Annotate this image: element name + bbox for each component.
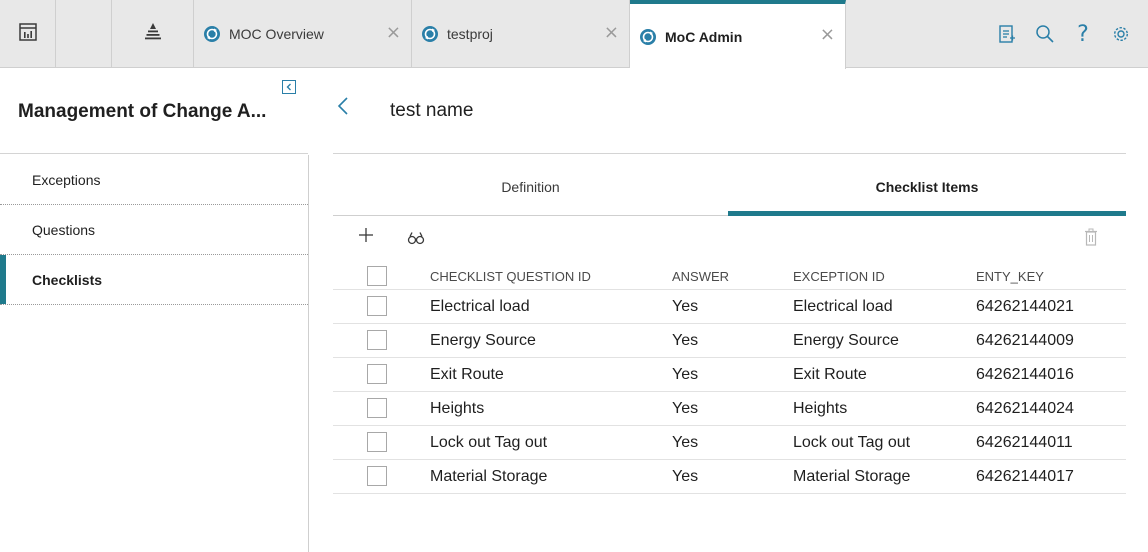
moc-icon xyxy=(203,25,221,43)
question-cell: Energy Source xyxy=(430,332,536,349)
delete-button[interactable] xyxy=(1084,228,1098,246)
question-cell: Exit Route xyxy=(430,366,504,383)
row-checkbox[interactable] xyxy=(367,466,387,486)
nav-item-label: Exceptions xyxy=(32,171,101,188)
table-row[interactable]: Lock out Tag out Yes Lock out Tag out 64… xyxy=(333,426,1126,460)
close-icon[interactable]: × xyxy=(604,24,619,42)
key-cell: 64262144011 xyxy=(976,434,1073,451)
hierarchy-icon xyxy=(143,22,163,47)
tab-label: MoC Admin xyxy=(665,28,743,45)
table-row[interactable]: Exit Route Yes Exit Route 64262144016 xyxy=(333,358,1126,392)
column-header[interactable]: ANSWER xyxy=(672,269,729,284)
column-header[interactable]: EXCEPTION ID xyxy=(793,269,885,284)
tab-checklist-items[interactable]: Checklist Items xyxy=(728,179,1126,195)
exception-cell: Energy Source xyxy=(793,332,899,349)
tab-testproj[interactable]: testproj × xyxy=(412,0,630,68)
left-panel-header: Management of Change A... xyxy=(0,69,308,154)
tab-definition[interactable]: Definition xyxy=(333,179,728,195)
active-tab-indicator xyxy=(728,211,1126,216)
record-title: test name xyxy=(390,100,474,121)
panel-title: Management of Change A... xyxy=(18,101,267,122)
key-cell: 64262144009 xyxy=(976,332,1074,349)
chevron-left-icon xyxy=(285,78,293,96)
chevron-left-icon xyxy=(337,96,349,121)
top-tab-bar: MOC Overview × testproj × MoC Admin × ? xyxy=(0,0,1148,69)
exception-cell: Lock out Tag out xyxy=(793,434,911,451)
answer-cell: Yes xyxy=(672,298,699,315)
question-cell: Electrical load xyxy=(430,298,530,315)
left-nav: Exceptions Questions Checklists xyxy=(0,155,309,552)
table-row[interactable]: Heights Yes Heights 64262144024 xyxy=(333,392,1126,426)
help-icon[interactable]: ? xyxy=(1064,19,1102,49)
row-checkbox[interactable] xyxy=(367,364,387,384)
close-icon[interactable]: × xyxy=(820,26,835,44)
table-row[interactable]: Material Storage Yes Material Storage 64… xyxy=(333,460,1126,494)
moc-icon xyxy=(421,25,439,43)
asset-hierarchy-button[interactable] xyxy=(112,0,194,68)
table-row[interactable]: Energy Source Yes Energy Source 64262144… xyxy=(333,324,1126,358)
column-header[interactable]: CHECKLIST QUESTION ID xyxy=(430,269,591,284)
checklist-items-table: CHECKLIST QUESTION ID ANSWER EXCEPTION I… xyxy=(333,262,1126,494)
exception-cell: Material Storage xyxy=(793,468,911,485)
nav-item-questions[interactable]: Questions xyxy=(0,205,308,255)
close-icon[interactable]: × xyxy=(386,24,401,42)
exception-cell: Exit Route xyxy=(793,366,867,383)
table-row[interactable]: Electrical load Yes Electrical load 6426… xyxy=(333,290,1126,324)
nav-item-exceptions[interactable]: Exceptions xyxy=(0,155,308,205)
answer-cell: Yes xyxy=(672,434,699,451)
moc-icon xyxy=(639,28,657,46)
collapse-panel-button[interactable] xyxy=(282,80,296,94)
select-all-checkbox[interactable] xyxy=(367,266,387,286)
find-button[interactable] xyxy=(407,231,425,245)
nav-item-label: Questions xyxy=(32,221,96,238)
dashboard-icon xyxy=(18,22,37,46)
dashboard-button[interactable] xyxy=(0,0,56,68)
question-cell: Heights xyxy=(430,400,485,417)
question-cell: Lock out Tag out xyxy=(430,434,548,451)
add-button[interactable] xyxy=(357,226,375,244)
tab-moc-admin[interactable]: MoC Admin × xyxy=(630,0,846,69)
row-checkbox[interactable] xyxy=(367,432,387,452)
binoculars-icon xyxy=(407,232,425,249)
tab-moc-overview[interactable]: MOC Overview × xyxy=(194,0,412,68)
search-icon[interactable] xyxy=(1026,19,1064,49)
tab-label: testproj xyxy=(447,26,493,42)
settings-icon[interactable] xyxy=(1102,19,1140,49)
divider xyxy=(333,153,1126,154)
column-header[interactable]: ENTY_KEY xyxy=(976,269,1044,284)
nav-item-checklists[interactable]: Checklists xyxy=(0,255,308,305)
exception-cell: Heights xyxy=(793,400,848,417)
exception-cell: Electrical load xyxy=(793,298,893,315)
plus-icon xyxy=(357,228,375,248)
trash-icon xyxy=(1084,228,1098,250)
row-checkbox[interactable] xyxy=(367,398,387,418)
topbar-actions: ? xyxy=(988,0,1148,68)
nav-item-label: Checklists xyxy=(32,271,103,288)
answer-cell: Yes xyxy=(672,468,699,485)
back-button[interactable] xyxy=(337,96,353,120)
key-cell: 64262144021 xyxy=(976,298,1074,315)
answer-cell: Yes xyxy=(672,332,699,349)
notes-icon[interactable] xyxy=(988,19,1026,49)
key-cell: 64262144017 xyxy=(976,468,1074,485)
key-cell: 64262144016 xyxy=(976,366,1074,383)
question-cell: Material Storage xyxy=(430,468,548,485)
table-header-row: CHECKLIST QUESTION ID ANSWER EXCEPTION I… xyxy=(333,262,1126,290)
row-checkbox[interactable] xyxy=(367,296,387,316)
key-cell: 64262144024 xyxy=(976,400,1074,417)
answer-cell: Yes xyxy=(672,366,699,383)
hierarchy-button[interactable] xyxy=(56,0,112,68)
row-checkbox[interactable] xyxy=(367,330,387,350)
tab-label: MOC Overview xyxy=(229,26,324,42)
answer-cell: Yes xyxy=(672,400,699,417)
